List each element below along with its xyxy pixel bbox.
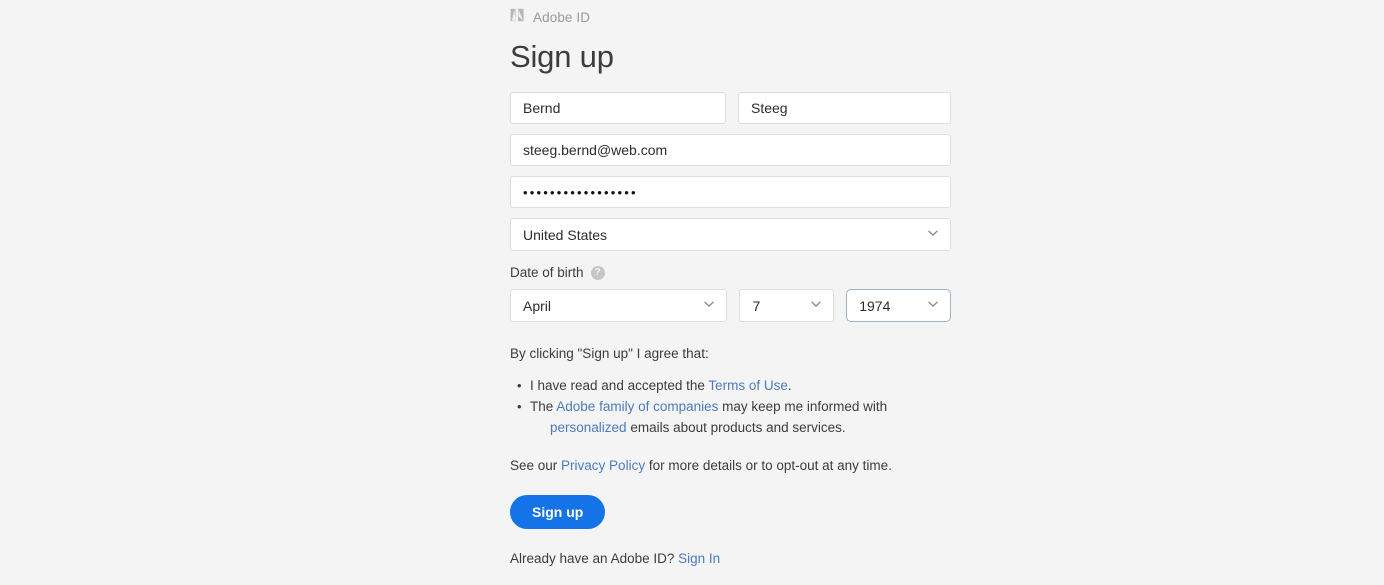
sign-in-link[interactable]: Sign In [678, 551, 720, 566]
privacy-policy-link[interactable]: Privacy Policy [561, 458, 645, 473]
agreement-bullet-terms: I have read and accepted the Terms of Us… [510, 375, 951, 396]
brand-header: Adobe ID [510, 0, 951, 30]
brand-name: Adobe ID [533, 10, 591, 25]
terms-of-use-link[interactable]: Terms of Use [708, 378, 788, 393]
email-row: steeg.bernd@web.com [510, 134, 951, 167]
password-input[interactable]: ••••••••••••••••• [510, 176, 951, 209]
email-input[interactable]: steeg.bernd@web.com [510, 134, 951, 167]
birth-day-select[interactable]: 7 [739, 289, 835, 323]
privacy-text-after: for more details or to opt-out at any ti… [645, 458, 892, 474]
birth-month-select[interactable]: April [510, 289, 728, 323]
bullet2-text-middle: may keep me informed with [718, 399, 888, 415]
bullet1-text-after: . [787, 378, 792, 394]
first-name-value: Bernd [523, 100, 561, 117]
birth-month-value: April [523, 297, 552, 314]
country-value: United States [523, 226, 608, 243]
name-row: Bernd Steeg [510, 92, 951, 125]
privacy-text-before: See our [510, 458, 562, 474]
signup-form: Adobe ID Sign up Bernd Steeg steeg.bernd… [510, 0, 951, 566]
chevron-down-icon [702, 297, 716, 314]
adobe-family-link[interactable]: Adobe family of companies [556, 399, 718, 414]
bullet2-text-after: emails about products and services. [626, 420, 846, 436]
personalized-link[interactable]: personalized [550, 420, 627, 435]
chevron-down-icon [926, 297, 940, 314]
agreement-bullets: I have read and accepted the Terms of Us… [510, 375, 951, 438]
date-of-birth-label: Date of birth [510, 265, 584, 281]
birth-day-value: 7 [752, 297, 761, 314]
signin-line: Already have an Adobe ID? Sign In [510, 551, 951, 566]
chevron-down-icon [809, 297, 823, 314]
first-name-input[interactable]: Bernd [510, 92, 726, 125]
bullet1-text-before: I have read and accepted the [530, 378, 709, 394]
date-of-birth-label-row: Date of birth ? [510, 265, 951, 280]
page-title: Sign up [510, 39, 614, 74]
date-of-birth-row: April 7 1974 [510, 289, 951, 323]
question-mark-icon[interactable]: ? [590, 265, 605, 280]
signup-button[interactable]: Sign up [510, 495, 606, 530]
chevron-down-icon [926, 226, 940, 243]
privacy-line: See our Privacy Policy for more details … [510, 458, 951, 473]
agreement-bullet-marketing: The Adobe family of companies may keep m… [530, 396, 951, 438]
email-value: steeg.bernd@web.com [523, 142, 668, 159]
password-row: ••••••••••••••••• [510, 176, 951, 209]
password-value: ••••••••••••••••• [523, 184, 638, 200]
birth-year-value: 1974 [859, 297, 891, 314]
last-name-value: Steeg [751, 100, 788, 117]
adobe-a-logo-icon [510, 8, 525, 27]
birth-year-select[interactable]: 1974 [846, 289, 951, 323]
agreement-intro: By clicking "Sign up" I agree that: [510, 346, 709, 362]
signup-page: Adobe ID Sign up Bernd Steeg steeg.bernd… [0, 0, 1384, 585]
last-name-input[interactable]: Steeg [738, 92, 951, 125]
signin-text-before: Already have an Adobe ID? [510, 551, 679, 567]
country-select[interactable]: United States [510, 218, 951, 252]
bullet2-text-before: The [530, 399, 557, 415]
